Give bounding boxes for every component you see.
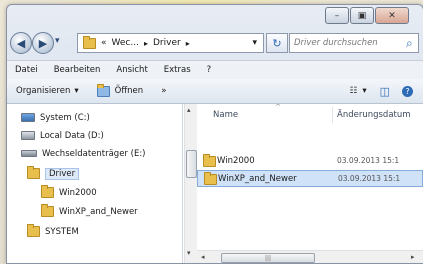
tree-item-label: Win2000 — [59, 187, 97, 198]
menu-extras[interactable]: Extras — [156, 65, 199, 75]
content-area: System (C:) Local Data (D:) Wechseldaten… — [7, 104, 423, 263]
tree-item-system-c[interactable]: System (C:) — [21, 110, 90, 125]
menu-bar: Datei Bearbeiten Ansicht Extras ? — [7, 60, 423, 80]
folder-icon — [27, 166, 40, 179]
column-name-label: Name — [213, 110, 239, 120]
file-row-selected[interactable]: WinXP_and_Newer 03.09.2013 15:1 — [197, 170, 423, 187]
scroll-right-icon[interactable]: ▸ — [411, 253, 415, 261]
navigation-vertical-scrollbar[interactable]: ▴ ▾ — [184, 104, 197, 263]
menu-datei[interactable]: Datei — [7, 65, 46, 75]
tree-item-label: Local Data (D:) — [40, 130, 104, 141]
command-bar: Organisieren ▾ Öffnen » ☷ ▾ ◫ ? — [7, 79, 423, 104]
help-icon: ? — [402, 85, 413, 97]
menu-help[interactable]: ? — [199, 65, 220, 75]
refresh-button[interactable]: ↻ — [266, 33, 288, 53]
tree-item-label: SYSTEM — [45, 226, 79, 237]
removable-drive-icon — [21, 150, 37, 157]
file-date: 03.09.2013 15:1 — [338, 174, 401, 183]
open-button[interactable]: Öffnen — [88, 83, 153, 97]
caption-buttons: – ▣ ✕ — [324, 7, 409, 24]
forward-button[interactable]: ▶ — [32, 32, 54, 54]
breadcrumb-overflow[interactable]: « — [101, 38, 107, 48]
change-view-button[interactable]: ☷ — [347, 86, 361, 96]
close-icon: ✕ — [388, 10, 396, 21]
file-list-pane: Name ^ Änderungsdatum Win2000 03.09.2013… — [197, 104, 423, 263]
breadcrumb-item[interactable]: Wec... — [112, 38, 139, 48]
chevron-down-icon: ▾ — [362, 86, 367, 96]
breadcrumb-separator-icon[interactable]: ▸ — [186, 39, 190, 48]
scrollbar-grip-icon: ||| — [264, 254, 272, 262]
preview-pane-button[interactable]: ◫ — [372, 85, 398, 98]
column-divider[interactable] — [332, 107, 333, 123]
scrollbar-thumb[interactable] — [186, 150, 197, 178]
scrollbar-thumb[interactable]: ||| — [221, 253, 315, 263]
maximize-icon: ▣ — [357, 10, 367, 21]
scroll-up-icon[interactable]: ▴ — [187, 106, 191, 114]
folder-icon — [83, 35, 96, 49]
tree-item-driver[interactable]: Driver — [27, 166, 80, 181]
tree-item-winxp-and-newer[interactable]: WinXP_and_Newer — [41, 204, 138, 219]
folder-icon — [204, 172, 217, 185]
chevron-down-icon: ▾ — [74, 86, 79, 96]
close-button[interactable]: ✕ — [375, 7, 409, 24]
tree-item-label: System (C:) — [40, 112, 90, 123]
open-folder-icon — [96, 83, 110, 97]
more-commands-button[interactable]: » — [152, 86, 175, 96]
file-row[interactable]: Win2000 03.09.2013 15:1 — [197, 152, 423, 169]
organize-button[interactable]: Organisieren ▾ — [7, 86, 88, 96]
forward-arrow-icon: ▶ — [38, 36, 48, 50]
menu-bearbeiten[interactable]: Bearbeiten — [46, 65, 109, 75]
view-options-button[interactable]: ▾ — [360, 86, 371, 96]
preview-pane-icon: ◫ — [379, 84, 390, 98]
hard-drive-icon — [21, 131, 35, 140]
search-icon[interactable]: ⌕ — [406, 36, 413, 51]
view-list-icon: ☷ — [349, 86, 358, 96]
tree-item-label: Wechseldatenträger (E:) — [42, 148, 146, 159]
tree-item-local-data-d[interactable]: Local Data (D:) — [21, 128, 104, 143]
address-bar-row: ◀ ▶ ▾ « Wec... ▸ Driver ▸ ▾ ↻ ⌕ — [7, 31, 423, 55]
organize-label: Organisieren — [16, 86, 71, 96]
search-box: ⌕ — [289, 33, 419, 53]
breadcrumb-separator-icon[interactable]: ▸ — [144, 39, 148, 48]
minimize-icon: – — [334, 10, 340, 21]
minimize-button[interactable]: – — [325, 7, 349, 24]
tree-item-label: WinXP_and_Newer — [59, 206, 138, 217]
tree-item-win2000[interactable]: Win2000 — [41, 185, 97, 200]
refresh-icon: ↻ — [272, 36, 282, 50]
column-modified-label: Änderungsdatum — [337, 110, 411, 120]
scroll-down-icon[interactable]: ▾ — [187, 249, 191, 257]
tree-item-system-folder[interactable]: SYSTEM — [27, 224, 79, 239]
system-drive-icon — [21, 113, 35, 122]
breadcrumb-item[interactable]: Driver — [153, 38, 181, 48]
maximize-button[interactable]: ▣ — [350, 7, 374, 24]
tree-item-label: Driver — [45, 167, 80, 180]
address-dropdown-icon[interactable]: ▾ — [252, 38, 257, 48]
folder-icon — [27, 224, 40, 237]
scroll-left-icon[interactable]: ◂ — [201, 253, 205, 261]
explorer-window: – ▣ ✕ ◀ ▶ ▾ « Wec... ▸ Driver ▸ ▾ ↻ ⌕ Da… — [6, 4, 423, 264]
file-list-horizontal-scrollbar[interactable]: ◂ ||| ▸ — [197, 250, 423, 263]
folder-icon — [41, 204, 54, 217]
folder-icon — [41, 185, 54, 198]
search-input[interactable] — [290, 37, 404, 49]
column-header-modified[interactable]: Änderungsdatum — [337, 104, 411, 126]
navigation-pane: System (C:) Local Data (D:) Wechseldaten… — [7, 104, 183, 263]
help-button[interactable]: ? — [398, 85, 423, 97]
file-date: 03.09.2013 15:1 — [337, 156, 400, 165]
back-arrow-icon: ◀ — [16, 36, 26, 50]
folder-icon — [203, 154, 216, 167]
recent-pages-button[interactable]: ▾ — [55, 36, 60, 46]
sort-ascending-icon: ^ — [275, 104, 281, 111]
file-name: Win2000 — [217, 155, 255, 166]
column-header-name[interactable]: Name — [213, 104, 238, 126]
tree-item-removable-e[interactable]: Wechseldatenträger (E:) — [21, 146, 146, 161]
back-button[interactable]: ◀ — [10, 32, 32, 54]
menu-ansicht[interactable]: Ansicht — [108, 65, 155, 75]
file-name: WinXP_and_Newer — [218, 173, 297, 184]
open-label: Öffnen — [114, 86, 144, 96]
address-bar[interactable]: « Wec... ▸ Driver ▸ ▾ — [77, 33, 264, 53]
